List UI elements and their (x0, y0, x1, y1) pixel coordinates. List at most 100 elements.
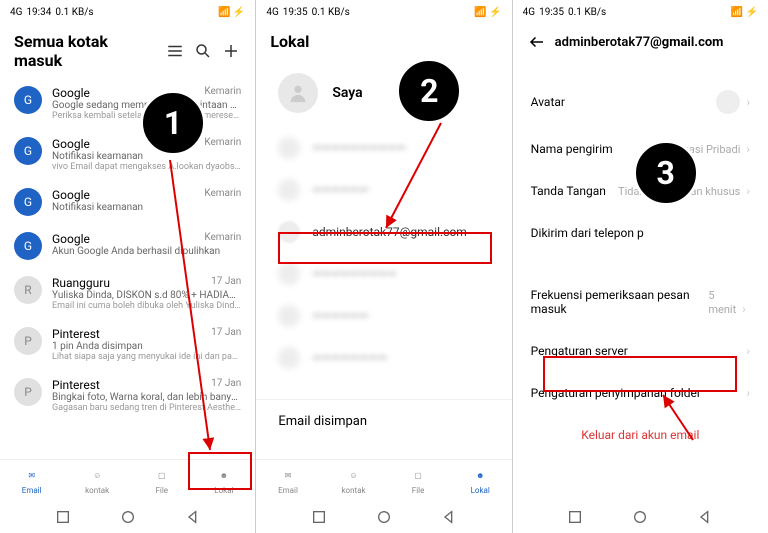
folder-icon: ▢ (409, 466, 427, 484)
nav-lokal[interactable]: ☻Lokal (214, 466, 233, 495)
back-icon[interactable] (697, 509, 713, 525)
settings-frekuensi[interactable]: Frekuensi pemeriksaan pesan masuk5 menit… (513, 274, 768, 330)
panel-inbox: 4G19:340.1 KB/s 📶 ⚡ Semua kotak masuk GG… (0, 0, 256, 533)
home-icon[interactable] (120, 509, 136, 525)
sender: Google (52, 86, 90, 100)
email-item[interactable]: RRuangguru17 JanYuliska Dinda, DISKON s.… (0, 268, 255, 319)
status-time: 19:35 (283, 7, 308, 18)
person-icon: ☻ (471, 466, 489, 484)
nav-kontak[interactable]: ☺kontak (341, 466, 365, 495)
header: Lokal (256, 24, 511, 59)
preview: Email ini cuma boleh dibuka oleh Yuliska… (52, 301, 241, 311)
status-bar: 4G19:340.1 KB/s 📶 ⚡ (0, 0, 255, 24)
account-row[interactable]: ———————— (256, 337, 511, 379)
sender: Pinterest (52, 327, 100, 341)
sender: Google (52, 137, 90, 151)
back-icon[interactable] (441, 509, 457, 525)
email-item[interactable]: GGoogleKemarinGoogle sedang memproses pe… (0, 78, 255, 129)
recent-icon[interactable] (311, 509, 327, 525)
date: 17 Jan (211, 327, 241, 341)
back-icon[interactable] (185, 509, 201, 525)
status-speed: 0.1 KB/s (312, 7, 350, 18)
account-row[interactable]: ————————— (256, 253, 511, 295)
avatar-icon: G (14, 86, 42, 114)
add-icon[interactable] (221, 41, 241, 61)
back-icon[interactable] (527, 32, 547, 52)
account-row[interactable]: —————————— (256, 127, 511, 169)
chevron-right-icon: › (746, 142, 750, 156)
email-domain: @gmail.com (650, 35, 723, 50)
profile-section[interactable]: Saya (256, 59, 511, 127)
panel-account-settings: 4G19:350.1 KB/s 📶 ⚡ adminberotak77@gmail… (513, 0, 768, 533)
avatar-icon: G (14, 137, 42, 165)
mail-icon (278, 263, 300, 285)
page-title: Semua kotak masuk (14, 32, 157, 70)
sender: Google (52, 188, 90, 202)
sender: Pinterest (52, 378, 100, 392)
chevron-right-icon: › (746, 95, 750, 109)
logout-button[interactable]: Keluar dari akun email (513, 414, 768, 456)
search-icon[interactable] (193, 41, 213, 61)
contact-icon: ☺ (88, 466, 106, 484)
avatar-icon: G (14, 232, 42, 260)
chevron-right-icon: › (746, 184, 750, 198)
recent-icon[interactable] (567, 509, 583, 525)
profile-name: Saya (332, 85, 362, 101)
settings-folder[interactable]: Pengaturan penyimpanan folder› (513, 372, 768, 414)
email-item[interactable]: PPinterest17 Jan1 pin Anda disimpanLihat… (0, 319, 255, 370)
nav-lokal[interactable]: ☻Lokal (471, 466, 490, 495)
home-icon[interactable] (632, 509, 648, 525)
email-item[interactable]: GGoogleKemarinNotifikasi keamanan (0, 180, 255, 224)
avatar-icon: P (14, 378, 42, 406)
contact-icon: ☺ (344, 466, 362, 484)
header: Semua kotak masuk (0, 24, 255, 78)
account-row[interactable]: —————— (256, 295, 511, 337)
network-icon: 4G (10, 7, 22, 18)
account-row-selected[interactable]: adminberotak77@gmail.com (256, 211, 511, 253)
status-time: 19:34 (26, 7, 51, 18)
nav-file[interactable]: ▢File (153, 466, 171, 495)
sender: Ruangguru (52, 276, 110, 290)
mail-icon (278, 347, 300, 369)
system-nav (513, 501, 768, 533)
chevron-right-icon: › (746, 386, 750, 400)
profile-avatar-icon (278, 73, 318, 113)
page-title: Lokal (270, 32, 497, 51)
settings-dikirim[interactable]: Dikirim dari telepon p (513, 212, 768, 254)
panel-lokal: 4G19:350.1 KB/s 📶 ⚡ Lokal Saya —————————… (256, 0, 512, 533)
network-icon: 4G (523, 7, 535, 18)
avatar-icon: G (14, 188, 42, 216)
network-icon: 4G (266, 7, 278, 18)
home-icon[interactable] (376, 509, 392, 525)
folder-icon: ▢ (153, 466, 171, 484)
settings-avatar[interactable]: Avatar› (513, 76, 768, 128)
date: 17 Jan (211, 378, 241, 392)
email-list: GGoogleKemarinGoogle sedang memproses pe… (0, 78, 255, 459)
step-badge-1: 1 (140, 90, 206, 156)
nav-kontak[interactable]: ☺kontak (85, 466, 109, 495)
nav-email[interactable]: ✉Email (278, 466, 298, 495)
email-item[interactable]: GGoogleKemarinAkun Google Anda berhasil … (0, 224, 255, 268)
menu-icon[interactable] (165, 41, 185, 61)
account-row[interactable]: —————— (256, 169, 511, 211)
mail-icon (278, 179, 300, 201)
email-icon: ✉ (23, 466, 41, 484)
status-icons: 📶 ⚡ (218, 7, 245, 18)
date: Kemarin (204, 86, 241, 100)
email-item[interactable]: GGoogleKemarinNotifikasi keamananvivo Em… (0, 129, 255, 180)
status-time: 19:35 (539, 7, 564, 18)
subject: Notifikasi keamanan (52, 151, 241, 162)
mail-icon (278, 221, 300, 243)
email-item[interactable]: PPinterest17 JanBingkai foto, Warna kora… (0, 370, 255, 421)
settings-server[interactable]: Pengaturan server› (513, 330, 768, 372)
header: adminberotak77@gmail.com (513, 24, 768, 60)
step-badge-2: 2 (396, 58, 462, 124)
nav-file[interactable]: ▢File (409, 466, 427, 495)
recent-icon[interactable] (55, 509, 71, 525)
account-title: adminberotak77@gmail.com (555, 35, 754, 50)
date: Kemarin (204, 137, 241, 151)
subject: Akun Google Anda berhasil dipulihkan (52, 246, 241, 257)
mail-icon (278, 137, 300, 159)
saved-email-row[interactable]: Email disimpan (256, 399, 511, 443)
nav-email[interactable]: ✉Email (22, 466, 42, 495)
